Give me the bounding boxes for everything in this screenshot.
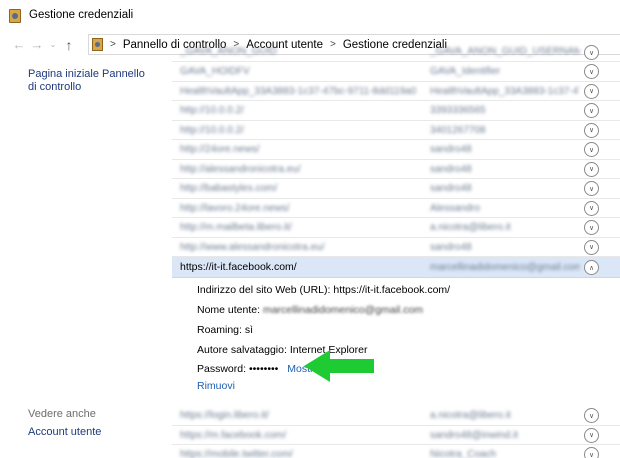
- credential-manager-icon: [9, 8, 22, 23]
- credential-row[interactable]: http://www.alessandronicotra.eu/ sandro4…: [172, 238, 620, 257]
- remove-credential-link[interactable]: Rimuovi: [197, 380, 235, 392]
- title-bar: Gestione credenziali: [0, 0, 620, 30]
- password-label: Password:: [197, 363, 247, 375]
- credential-row[interactable]: http://10.0.0.2/ 3401267708 ∨: [172, 121, 620, 140]
- forward-arrow-icon[interactable]: →: [28, 37, 46, 52]
- control-panel-icon: [92, 38, 104, 51]
- expand-chevron-icon[interactable]: ∨: [584, 427, 599, 443]
- site-url-line: Indirizzo del sito Web (URL): https://it…: [197, 284, 450, 296]
- credential-list: _GAVA_ANON_GUID _GAVA_ANON_GUID_USERNAME…: [172, 45, 620, 458]
- expand-chevron-icon[interactable]: ∨: [584, 64, 599, 79]
- window-title: Gestione credenziali: [29, 9, 134, 21]
- credential-row[interactable]: http://m.mailbeta.libero.it/ a.nicotra@l…: [172, 218, 620, 238]
- expand-chevron-icon[interactable]: ∨: [584, 200, 599, 216]
- expand-chevron-icon[interactable]: ∨: [584, 161, 599, 177]
- password-line: Password: •••••••• Mostra: [197, 363, 319, 375]
- selected-credential-user: marcellinadidomenico@gmail.com: [430, 262, 580, 273]
- expand-chevron-icon[interactable]: ∨: [584, 408, 599, 423]
- green-pointer-arrow-icon: [304, 350, 374, 382]
- back-arrow-icon[interactable]: ←: [10, 37, 28, 52]
- roaming-value: sì: [244, 324, 254, 336]
- selected-credential-url: https://it-it.facebook.com/: [180, 261, 297, 273]
- credential-row[interactable]: http://24ore.news/ sandro48 ∨: [172, 140, 620, 160]
- expand-chevron-icon[interactable]: ∨: [584, 239, 599, 255]
- site-url-label: Indirizzo del sito Web (URL):: [197, 284, 331, 296]
- expand-chevron-icon[interactable]: ∨: [584, 45, 599, 60]
- credential-row[interactable]: http://lavoro.24ore.news/ Alessandro ∨: [172, 199, 620, 218]
- breadcrumb-separator-icon: >: [110, 39, 116, 50]
- expand-chevron-icon[interactable]: ∨: [584, 122, 599, 138]
- expand-chevron-icon[interactable]: ∨: [584, 83, 599, 99]
- credential-row[interactable]: https://login.libero.it/ a.nicotra@liber…: [172, 406, 620, 426]
- password-value: ••••••••: [248, 363, 279, 375]
- expand-chevron-icon[interactable]: ∨: [584, 447, 599, 458]
- roaming-label: Roaming:: [197, 324, 242, 336]
- username-value: marcellinadidomenico@gmail.com: [262, 304, 424, 316]
- site-url-value: https://it-it.facebook.com/: [333, 284, 451, 296]
- credential-row[interactable]: https://m.facebook.com/ sandro48@inwind.…: [172, 426, 620, 445]
- control-panel-home-link[interactable]: Pagina iniziale Pannello di controllo: [28, 68, 148, 94]
- expand-chevron-icon[interactable]: ∨: [584, 220, 599, 235]
- username-line: Nome utente: marcellinadidomenico@gmail.…: [197, 304, 423, 316]
- credential-row[interactable]: https://mobile.twitter.com/ Nicotra_Coac…: [172, 445, 620, 458]
- credential-row-selected[interactable]: https://it-it.facebook.com/ marcellinadi…: [172, 257, 620, 278]
- credential-row[interactable]: http://alessandronicotra.eu/ sandro48 ∨: [172, 160, 620, 179]
- user-accounts-link[interactable]: Account utente: [28, 426, 101, 438]
- saved-by-label: Autore salvataggio:: [197, 344, 287, 356]
- roaming-line: Roaming: sì: [197, 324, 253, 336]
- recent-locations-chevron-icon[interactable]: ⌄: [46, 40, 60, 49]
- credential-row[interactable]: http://10.0.0.2/ 3393336565 ∨: [172, 101, 620, 121]
- credential-row[interactable]: _GAVA_ANON_GUID _GAVA_ANON_GUID_USERNAME…: [172, 45, 620, 62]
- collapse-chevron-icon[interactable]: ∧: [584, 260, 599, 275]
- username-label: Nome utente:: [197, 304, 261, 316]
- credential-row[interactable]: http://babastyles.com/ sandro48 ∨: [172, 179, 620, 199]
- up-arrow-icon[interactable]: ↑: [60, 37, 78, 53]
- expand-chevron-icon[interactable]: ∨: [584, 181, 599, 196]
- expand-chevron-icon[interactable]: ∨: [584, 103, 599, 118]
- expand-chevron-icon[interactable]: ∨: [584, 142, 599, 157]
- credential-details: Indirizzo del sito Web (URL): https://it…: [172, 278, 620, 395]
- credential-row[interactable]: GAVA_HOIDFV GAVA_Identifier ∨: [172, 62, 620, 82]
- sidebar: Pagina iniziale Pannello di controllo Ve…: [0, 59, 160, 458]
- see-also-heading: Vedere anche: [28, 408, 96, 420]
- credential-row[interactable]: HealthVaultApp_33A3883-1c37-47bc-9711-8d…: [172, 82, 620, 101]
